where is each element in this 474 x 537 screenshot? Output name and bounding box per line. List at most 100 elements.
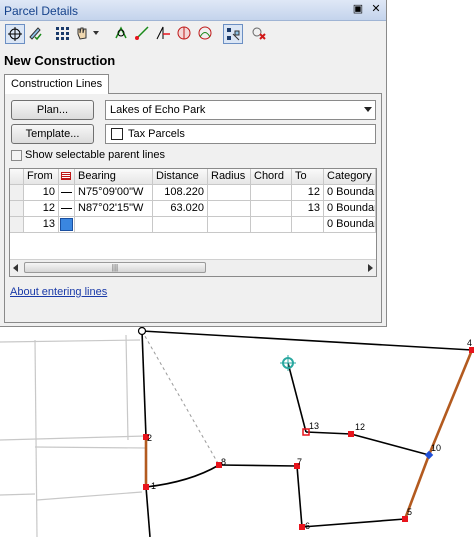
column-header-bearing[interactable]: Bearing — [75, 169, 153, 185]
parcel-toolbar — [0, 21, 386, 48]
curve-tool-button[interactable] — [196, 24, 216, 44]
cell-bearing[interactable]: N75°09'00"W — [75, 185, 153, 201]
line-style-selected-icon — [60, 218, 73, 231]
point-1[interactable] — [143, 484, 149, 490]
points-grid-button[interactable] — [53, 24, 73, 44]
window-titlebar[interactable]: Parcel Details ▣ ✕ — [0, 0, 386, 21]
template-button[interactable]: Template... — [11, 124, 94, 144]
check-tool-button[interactable] — [26, 24, 46, 44]
svg-text:12: 12 — [355, 422, 365, 432]
window-title: Parcel Details — [4, 4, 79, 18]
circle-tool-button[interactable] — [175, 24, 195, 44]
start-point-marker[interactable] — [137, 326, 147, 336]
traverse-tool-button[interactable] — [112, 24, 132, 44]
row-header-corner — [10, 169, 24, 185]
cell-to[interactable]: 13 — [292, 201, 324, 217]
hand-dropdown-button[interactable] — [74, 24, 102, 44]
pin-button[interactable]: ▣ — [352, 3, 364, 15]
column-header-from[interactable]: From — [24, 169, 59, 185]
template-field[interactable]: Tax Parcels — [105, 124, 376, 144]
join-tool-button[interactable] — [223, 24, 243, 44]
cell-radius[interactable] — [208, 217, 251, 233]
construction-lines-panel: Plan... Lakes of Echo Park Template... T… — [4, 93, 382, 323]
cell-category[interactable]: 0 Boundary — [324, 185, 376, 201]
line-arrow-icon — [135, 26, 149, 40]
svg-text:2: 2 — [147, 433, 152, 443]
cell-radius[interactable] — [208, 185, 251, 201]
scroll-left-icon[interactable] — [13, 264, 18, 272]
point-12[interactable] — [348, 431, 354, 437]
column-header-distance[interactable]: Distance — [153, 169, 208, 185]
plan-button[interactable]: Plan... — [11, 100, 94, 120]
tab-strip: Construction Lines — [4, 74, 382, 94]
cell-from[interactable]: 13 — [24, 217, 59, 233]
column-header-to[interactable]: To — [292, 169, 324, 185]
plan-select[interactable]: Lakes of Echo Park — [105, 100, 376, 120]
cell-to[interactable] — [292, 217, 324, 233]
svg-text:10: 10 — [431, 443, 441, 453]
cell-bearing[interactable] — [75, 217, 153, 233]
cell-line-style[interactable] — [59, 217, 75, 233]
template-swatch-icon — [111, 128, 123, 140]
cell-bearing[interactable]: N87°02'15"W — [75, 201, 153, 217]
cell-line-style[interactable] — [59, 201, 75, 217]
cell-chord[interactable] — [251, 217, 292, 233]
cell-category[interactable]: 0 Boundary — [324, 201, 376, 217]
tab-construction-lines[interactable]: Construction Lines — [4, 74, 110, 94]
chevron-down-icon[interactable] — [364, 107, 372, 112]
angle-tool-button[interactable] — [154, 24, 174, 44]
svg-text:6: 6 — [305, 521, 310, 531]
row-selector[interactable] — [10, 217, 24, 233]
circle-split-icon — [177, 26, 191, 40]
parcel-outline — [141, 330, 473, 537]
column-header-category[interactable]: Category — [324, 169, 376, 185]
select-tool-button[interactable] — [5, 24, 25, 44]
row-selector[interactable] — [10, 185, 24, 201]
show-parent-lines-checkbox[interactable] — [11, 150, 22, 161]
svg-text:13: 13 — [309, 421, 319, 431]
svg-text:4: 4 — [467, 338, 472, 348]
close-button[interactable]: ✕ — [370, 3, 382, 15]
template-field-value: Tax Parcels — [128, 128, 185, 140]
angle-icon — [156, 26, 170, 40]
delete-tool-button[interactable] — [250, 24, 270, 44]
column-header-chord[interactable]: Chord — [251, 169, 292, 185]
svg-text:8: 8 — [221, 457, 226, 467]
snap-cursor-icon — [280, 355, 296, 371]
cell-distance[interactable]: 63.020 — [153, 201, 208, 217]
cell-category[interactable]: 0 Boundary — [324, 217, 376, 233]
delete-x-icon — [252, 27, 266, 40]
line-tool-button[interactable] — [133, 24, 153, 44]
crosshair-icon — [8, 27, 22, 41]
grid-horizontal-scrollbar[interactable]: ||| — [10, 259, 376, 276]
dashed-construction-line — [141, 330, 220, 466]
curve-icon — [198, 26, 212, 40]
cell-from[interactable]: 10 — [24, 185, 59, 201]
scroll-thumb[interactable]: ||| — [24, 262, 206, 273]
cell-chord[interactable] — [251, 185, 292, 201]
cell-line-style[interactable] — [59, 185, 75, 201]
column-header-line-style[interactable] — [59, 169, 75, 185]
traverse-icon — [115, 26, 127, 39]
about-entering-lines-link[interactable]: About entering lines — [10, 286, 107, 298]
background-parcel-lines — [0, 334, 147, 537]
section-title: New Construction — [4, 53, 116, 68]
cell-from[interactable]: 12 — [24, 201, 59, 217]
cell-to[interactable]: 12 — [292, 185, 324, 201]
svg-text:5: 5 — [407, 507, 412, 517]
svg-text:1: 1 — [151, 481, 156, 491]
cell-distance[interactable] — [153, 217, 208, 233]
construction-lines-grid: From Bearing Distance Radius Chord To Ca… — [9, 168, 377, 277]
column-header-radius[interactable]: Radius — [208, 169, 251, 185]
cell-chord[interactable] — [251, 201, 292, 217]
solid-line-icon — [61, 192, 72, 193]
cell-distance[interactable]: 108.220 — [153, 185, 208, 201]
row-selector[interactable] — [10, 201, 24, 217]
solid-line-icon — [61, 208, 72, 209]
parcel-details-window: Parcel Details ▣ ✕ New Construction Plan… — [0, 0, 387, 327]
hand-icon — [77, 27, 99, 40]
scroll-right-icon[interactable] — [368, 264, 373, 272]
cell-radius[interactable] — [208, 201, 251, 217]
pencil-check-icon — [29, 27, 42, 41]
parcel-points[interactable] — [137, 326, 474, 531]
